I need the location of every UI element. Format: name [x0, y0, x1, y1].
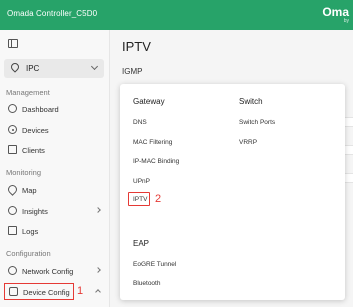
section-configuration: Configuration: [6, 249, 51, 258]
menu-item-switch-ports[interactable]: Switch Ports: [239, 119, 275, 126]
network-config-icon: [8, 266, 17, 275]
sidebar-item-label: Device Config: [23, 288, 70, 297]
step-marker-2: 2: [155, 193, 162, 205]
sidebar-item-label: Network Config: [22, 267, 74, 276]
clients-icon: [8, 145, 17, 154]
chevron-down-icon: [90, 62, 99, 71]
menu-item-mac-filtering[interactable]: MAC Filtering: [133, 139, 172, 146]
brand-sub: by: [343, 18, 349, 24]
logs-icon: [8, 226, 17, 235]
menu-item-vrrp[interactable]: VRRP: [239, 139, 257, 146]
insights-icon: [8, 206, 17, 215]
sidebar: IPC Management Dashboard Devices Clients…: [0, 30, 110, 307]
sidebar-item-insights[interactable]: Insights: [4, 203, 106, 219]
section-management: Management: [6, 88, 50, 97]
menu-heading-eap: EAP: [133, 239, 150, 248]
device-config-icon: [9, 287, 18, 296]
menu-heading-gateway: Gateway: [133, 97, 165, 106]
menu-item-iptv-label: IPTV: [133, 196, 148, 203]
devices-icon: [8, 125, 17, 134]
sidebar-item-clients[interactable]: Clients: [4, 142, 106, 158]
sidebar-item-devices[interactable]: Devices: [4, 122, 106, 138]
dashboard-icon: [8, 104, 17, 113]
chevron-up-icon: [95, 289, 101, 295]
chevron-right-icon: [95, 267, 101, 273]
sidebar-collapse-icon[interactable]: [8, 39, 18, 48]
page-title: IPTV: [122, 39, 151, 54]
menu-item-ip-mac-binding[interactable]: IP-MAC Binding: [133, 158, 179, 165]
menu-item-iptv[interactable]: IPTV: [128, 192, 150, 206]
menu-heading-switch: Switch: [239, 97, 263, 106]
menu-item-upnp[interactable]: UPnP: [133, 178, 150, 185]
top-bar: Omada Controller_C5D0 Oma by: [0, 0, 353, 30]
device-config-menu: Gateway DNS MAC Filtering IP-MAC Binding…: [120, 84, 345, 300]
sidebar-item-label: Clients: [22, 146, 45, 155]
map-icon: [6, 183, 19, 196]
section-title: IGMP: [122, 67, 143, 76]
menu-item-eogre-tunnel[interactable]: EoGRE Tunnel: [133, 261, 176, 268]
sidebar-item-label: Devices: [22, 126, 49, 135]
sidebar-item-logs[interactable]: Logs: [4, 223, 106, 239]
sidebar-item-map[interactable]: Map: [4, 182, 106, 198]
sidebar-item-dashboard[interactable]: Dashboard: [4, 101, 106, 117]
sidebar-item-label: Dashboard: [22, 105, 59, 114]
location-pin-icon: [9, 61, 21, 73]
menu-item-bluetooth[interactable]: Bluetooth: [133, 280, 160, 287]
step-marker-1: 1: [77, 285, 84, 297]
controller-title: Omada Controller_C5D0: [7, 9, 98, 18]
site-selector[interactable]: IPC: [4, 59, 104, 78]
site-selector-value: IPC: [26, 64, 40, 73]
section-monitoring: Monitoring: [6, 168, 42, 177]
sidebar-item-network-config[interactable]: Network Config: [4, 263, 106, 279]
menu-item-dns[interactable]: DNS: [133, 119, 147, 126]
chevron-right-icon: [95, 207, 101, 213]
sidebar-item-label: Insights: [22, 207, 48, 216]
brand-logo: Oma: [322, 5, 349, 19]
sidebar-item-label: Logs: [22, 227, 39, 236]
sidebar-item-device-config[interactable]: Device Config: [4, 283, 74, 300]
sidebar-item-label: Map: [22, 186, 37, 195]
